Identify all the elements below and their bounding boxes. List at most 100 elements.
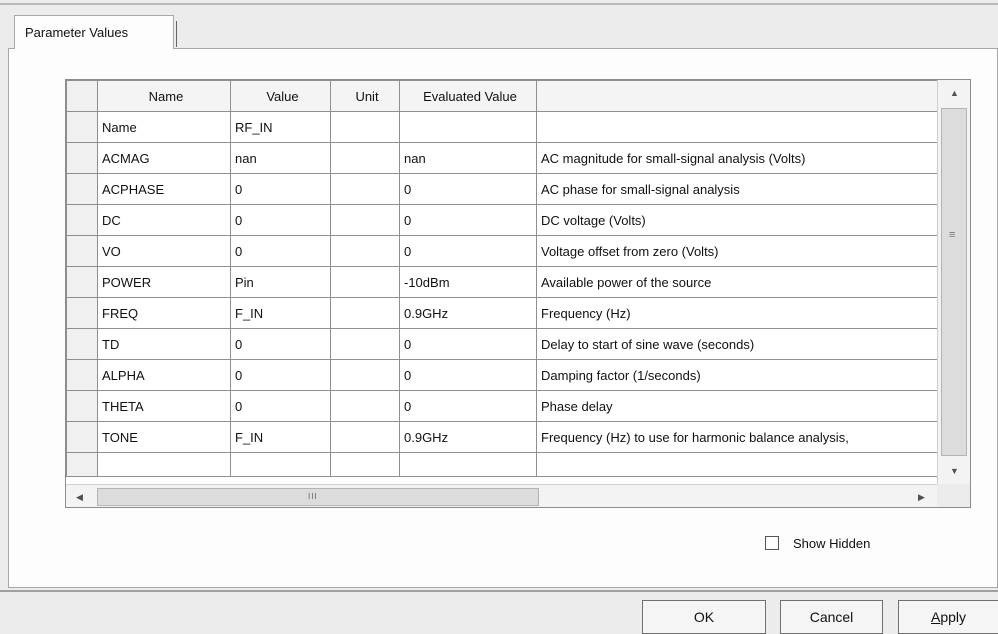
- horizontal-scrollbar[interactable]: ◀ III ▶: [66, 484, 937, 507]
- cell-name[interactable]: POWER: [97, 266, 231, 298]
- cell-evaluated-value[interactable]: 0: [399, 328, 537, 360]
- cell-unit[interactable]: [330, 359, 400, 391]
- cell-name[interactable]: ACPHASE: [97, 173, 231, 205]
- cell-value[interactable]: 0: [230, 359, 331, 391]
- scroll-left-icon[interactable]: ◀: [76, 492, 83, 502]
- row-header[interactable]: [66, 111, 98, 143]
- table-row[interactable]: Name RF_IN: [66, 111, 939, 143]
- cancel-button[interactable]: Cancel: [780, 600, 883, 634]
- column-header-evaluated-value[interactable]: Evaluated Value: [399, 80, 537, 112]
- cell-description[interactable]: Available power of the source: [536, 266, 939, 298]
- empty-cell[interactable]: [230, 452, 331, 477]
- cell-description[interactable]: [536, 111, 939, 143]
- cell-unit[interactable]: [330, 142, 400, 174]
- cell-evaluated-value[interactable]: nan: [399, 142, 537, 174]
- cell-evaluated-value[interactable]: 0: [399, 359, 537, 391]
- show-hidden-toggle[interactable]: Show Hidden: [765, 533, 870, 553]
- cell-value[interactable]: F_IN: [230, 297, 331, 329]
- new-row[interactable]: [66, 452, 939, 477]
- cell-unit[interactable]: [330, 297, 400, 329]
- table-row[interactable]: POWER Pin -10dBm Available power of the sou…: [66, 266, 939, 298]
- cell-name[interactable]: VO: [97, 235, 231, 267]
- row-header[interactable]: [66, 142, 98, 174]
- cell-evaluated-value[interactable]: 0: [399, 390, 537, 422]
- cell-value[interactable]: RF_IN: [230, 111, 331, 143]
- cell-evaluated-value[interactable]: 0.9GHz: [399, 297, 537, 329]
- cell-description[interactable]: Damping factor (1/seconds): [536, 359, 939, 391]
- cell-description[interactable]: Voltage offset from zero (Volts): [536, 235, 939, 267]
- cell-name[interactable]: TD: [97, 328, 231, 360]
- table-row[interactable]: TONE F_IN 0.9GHz Frequency (Hz) to use for …: [66, 421, 939, 453]
- cell-value[interactable]: 0: [230, 204, 331, 236]
- cell-evaluated-value[interactable]: [399, 111, 537, 143]
- cell-unit[interactable]: [330, 390, 400, 422]
- row-header[interactable]: [66, 359, 98, 391]
- column-header-unit[interactable]: Unit: [330, 80, 400, 112]
- cell-name[interactable]: FREQ: [97, 297, 231, 329]
- cell-name[interactable]: DC: [97, 204, 231, 236]
- table-row[interactable]: ALPHA 0 0 Damping factor (1/seconds): [66, 359, 939, 391]
- row-header[interactable]: [66, 297, 98, 329]
- cell-value[interactable]: 0: [230, 390, 331, 422]
- column-header-name[interactable]: Name: [97, 80, 231, 112]
- cell-evaluated-value[interactable]: 0: [399, 235, 537, 267]
- cell-value[interactable]: F_IN: [230, 421, 331, 453]
- cell-unit[interactable]: [330, 235, 400, 267]
- scroll-up-icon[interactable]: ▲: [950, 88, 959, 98]
- cell-evaluated-value[interactable]: 0.9GHz: [399, 421, 537, 453]
- cell-name[interactable]: ALPHA: [97, 359, 231, 391]
- row-header[interactable]: [66, 421, 98, 453]
- row-header[interactable]: [66, 390, 98, 422]
- cell-evaluated-value[interactable]: 0: [399, 173, 537, 205]
- cell-unit[interactable]: [330, 328, 400, 360]
- cell-name[interactable]: THETA: [97, 390, 231, 422]
- table-row[interactable]: DC 0 0 DC voltage (Volts): [66, 204, 939, 236]
- table-row[interactable]: ACMAG nan nan AC magnitude for small-signal…: [66, 142, 939, 174]
- row-header[interactable]: [66, 452, 98, 477]
- empty-cell[interactable]: [330, 452, 400, 477]
- vertical-scrollbar[interactable]: ▲ ≡ ▼: [937, 80, 970, 484]
- cell-name[interactable]: Name: [97, 111, 231, 143]
- cell-name[interactable]: ACMAG: [97, 142, 231, 174]
- cell-value[interactable]: nan: [230, 142, 331, 174]
- row-header[interactable]: [66, 235, 98, 267]
- cell-value[interactable]: 0: [230, 328, 331, 360]
- cell-description[interactable]: Delay to start of sine wave (seconds): [536, 328, 939, 360]
- scroll-right-icon[interactable]: ▶: [918, 492, 925, 502]
- cell-description[interactable]: Frequency (Hz) to use for harmonic balan…: [536, 421, 939, 453]
- table-row[interactable]: ACPHASE 0 0 AC phase for small-signal analy…: [66, 173, 939, 205]
- column-header-description[interactable]: [536, 80, 939, 112]
- vertical-scroll-thumb[interactable]: ≡: [941, 108, 967, 456]
- row-header[interactable]: [66, 328, 98, 360]
- row-header[interactable]: [66, 204, 98, 236]
- scroll-down-icon[interactable]: ▼: [950, 466, 959, 476]
- ok-button[interactable]: OK: [642, 600, 766, 634]
- cell-name[interactable]: TONE: [97, 421, 231, 453]
- cell-description[interactable]: AC magnitude for small-signal analysis (…: [536, 142, 939, 174]
- corner-header[interactable]: [66, 80, 98, 112]
- table-row[interactable]: TD 0 0 Delay to start of sine wave (seconds…: [66, 328, 939, 360]
- column-header-value[interactable]: Value: [230, 80, 331, 112]
- cell-description[interactable]: DC voltage (Volts): [536, 204, 939, 236]
- cell-unit[interactable]: [330, 421, 400, 453]
- table-row[interactable]: FREQ F_IN 0.9GHz Frequency (Hz): [66, 297, 939, 329]
- cell-evaluated-value[interactable]: 0: [399, 204, 537, 236]
- show-hidden-checkbox[interactable]: [765, 536, 779, 550]
- cell-value[interactable]: 0: [230, 235, 331, 267]
- tab-parameter-values[interactable]: Parameter Values: [14, 15, 177, 49]
- row-header[interactable]: [66, 266, 98, 298]
- empty-cell[interactable]: [536, 452, 939, 477]
- cell-value[interactable]: Pin: [230, 266, 331, 298]
- cell-unit[interactable]: [330, 173, 400, 205]
- cell-unit[interactable]: [330, 266, 400, 298]
- row-header[interactable]: [66, 173, 98, 205]
- cell-value[interactable]: 0: [230, 173, 331, 205]
- apply-button[interactable]: Apply: [898, 600, 998, 634]
- cell-description[interactable]: AC phase for small-signal analysis: [536, 173, 939, 205]
- cell-unit[interactable]: [330, 204, 400, 236]
- cell-description[interactable]: Frequency (Hz): [536, 297, 939, 329]
- cell-evaluated-value[interactable]: -10dBm: [399, 266, 537, 298]
- cell-unit[interactable]: [330, 111, 400, 143]
- table-row[interactable]: VO 0 0 Voltage offset from zero (Volts): [66, 235, 939, 267]
- empty-cell[interactable]: [97, 452, 231, 477]
